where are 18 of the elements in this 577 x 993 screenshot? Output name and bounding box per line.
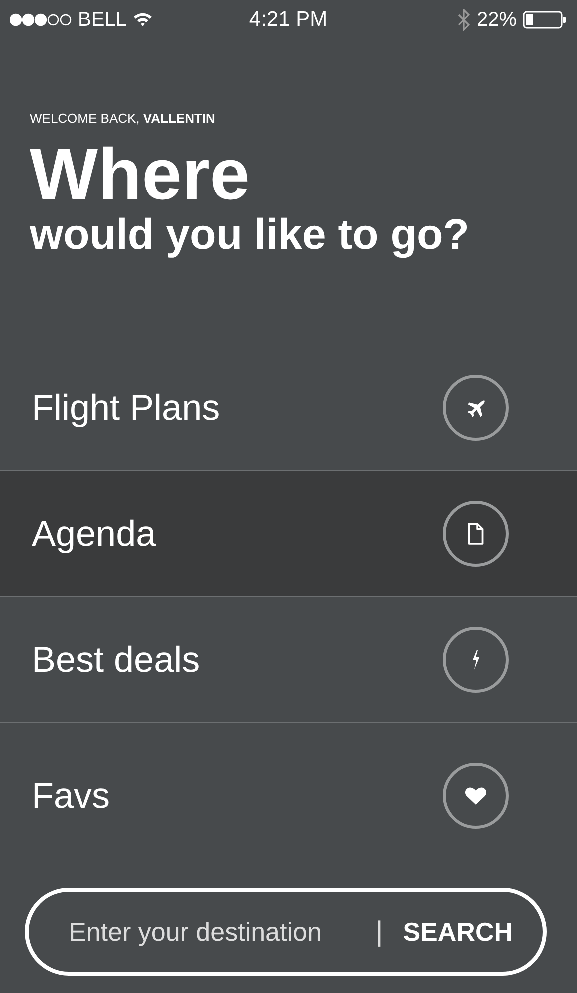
document-icon [443,500,509,566]
separator-text: | [376,916,384,948]
battery-icon [523,11,567,29]
welcome-text: WELCOME BACK, VALLENTIN [30,111,216,126]
bluetooth-icon [456,9,471,31]
airplane-icon [443,374,509,440]
subheadline: would you like to go? [30,210,470,260]
menu-item[interactable]: Agenda [0,471,577,597]
clock-time: 4:21 PM [249,8,328,32]
lightning-icon [443,626,509,692]
headline: Where [30,140,250,210]
search-button[interactable]: SEARCH [403,912,513,952]
battery-percent: 22% [476,8,517,32]
wifi-icon [132,12,153,28]
signal-icon [10,13,72,27]
menu-item[interactable]: Best deals [0,597,577,723]
menu-item[interactable]: Favs [0,723,577,873]
carrier-name: BELL [78,8,127,32]
